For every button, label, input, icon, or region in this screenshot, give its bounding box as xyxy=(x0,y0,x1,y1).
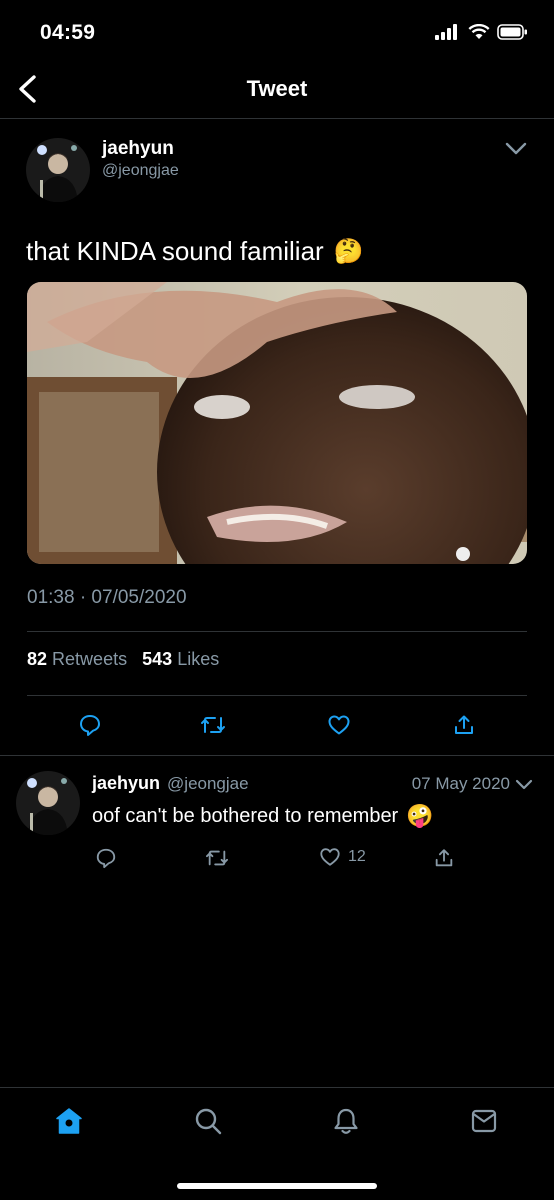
avatar[interactable] xyxy=(26,138,90,202)
tweet-photo xyxy=(27,282,527,564)
reply-like-button[interactable]: 12 xyxy=(318,846,366,868)
like-count: 543 xyxy=(142,649,173,669)
battery-icon xyxy=(497,24,528,40)
home-indicator[interactable] xyxy=(177,1183,377,1189)
tweet-text-body: that KINDA sound familiar xyxy=(26,236,324,266)
retweet-button[interactable] xyxy=(197,709,229,741)
reply-date: 07 May 2020 xyxy=(411,774,510,793)
retweet-icon xyxy=(201,717,225,733)
reply-header: jaehyun @jeongjae xyxy=(92,773,249,794)
divider xyxy=(0,755,554,756)
status-icons xyxy=(435,24,528,40)
reply-text: oof can't be bothered to remember 🤪 xyxy=(92,803,434,829)
tab-bar-divider xyxy=(0,1087,554,1088)
reply-retweet-button[interactable] xyxy=(201,842,233,874)
chevron-down-icon xyxy=(505,142,527,155)
divider xyxy=(27,631,527,632)
signal-icon xyxy=(435,24,461,40)
thinking-face-emoji: 🤔 xyxy=(333,238,364,265)
notifications-icon xyxy=(334,1108,358,1134)
reply-author-handle[interactable]: @jeongjae xyxy=(167,774,249,794)
home-icon xyxy=(56,1108,82,1134)
tweet-timestamp: 01:38 · 07/05/2020 xyxy=(27,587,187,608)
chevron-down-icon xyxy=(515,779,533,790)
likes-stat[interactable]: 543 Likes xyxy=(142,649,219,669)
tab-home[interactable] xyxy=(51,1103,87,1139)
share-icon xyxy=(455,715,473,734)
retweet-count: 82 xyxy=(27,649,48,669)
reply-avatar[interactable] xyxy=(16,771,80,835)
tweet-media[interactable] xyxy=(27,282,527,564)
divider xyxy=(27,695,527,696)
retweet-label: Retweets xyxy=(52,649,128,669)
share-icon xyxy=(435,849,453,867)
reply-button[interactable] xyxy=(74,709,106,741)
reply-like-count: 12 xyxy=(348,848,366,865)
heart-icon xyxy=(320,848,340,866)
reply-author-name[interactable]: jaehyun xyxy=(92,773,160,794)
status-time: 04:59 xyxy=(40,21,96,44)
author-handle[interactable]: @jeongjae xyxy=(102,162,179,180)
reply-share-button[interactable] xyxy=(428,842,460,874)
messages-icon xyxy=(471,1109,497,1133)
reply-menu-button[interactable] xyxy=(514,775,534,793)
tab-messages[interactable] xyxy=(466,1103,502,1139)
retweets-stat[interactable]: 82 Retweets xyxy=(27,649,132,669)
search-icon xyxy=(195,1108,222,1135)
author-name[interactable]: jaehyun xyxy=(102,138,174,160)
heart-icon xyxy=(328,715,350,735)
share-button[interactable] xyxy=(448,709,480,741)
tweet-menu-button[interactable] xyxy=(504,138,528,158)
retweet-icon xyxy=(206,850,228,866)
tweet-stats: 82 Retweets 543 Likes xyxy=(27,649,219,670)
like-button[interactable] xyxy=(323,709,355,741)
tab-notifications[interactable] xyxy=(328,1103,364,1139)
reply-reply-button[interactable] xyxy=(90,842,122,874)
tweet-text: that KINDA sound familiar 🤔 xyxy=(26,236,364,267)
page-title: Tweet xyxy=(246,76,308,101)
tab-search[interactable] xyxy=(190,1103,226,1139)
zany-face-emoji: 🤪 xyxy=(406,803,434,828)
divider xyxy=(0,118,554,119)
reply-icon xyxy=(80,715,100,736)
like-label: Likes xyxy=(177,649,220,669)
reply-text-body: oof can't be bothered to remember xyxy=(92,804,399,827)
reply-icon xyxy=(96,848,116,869)
wifi-icon xyxy=(468,24,490,40)
